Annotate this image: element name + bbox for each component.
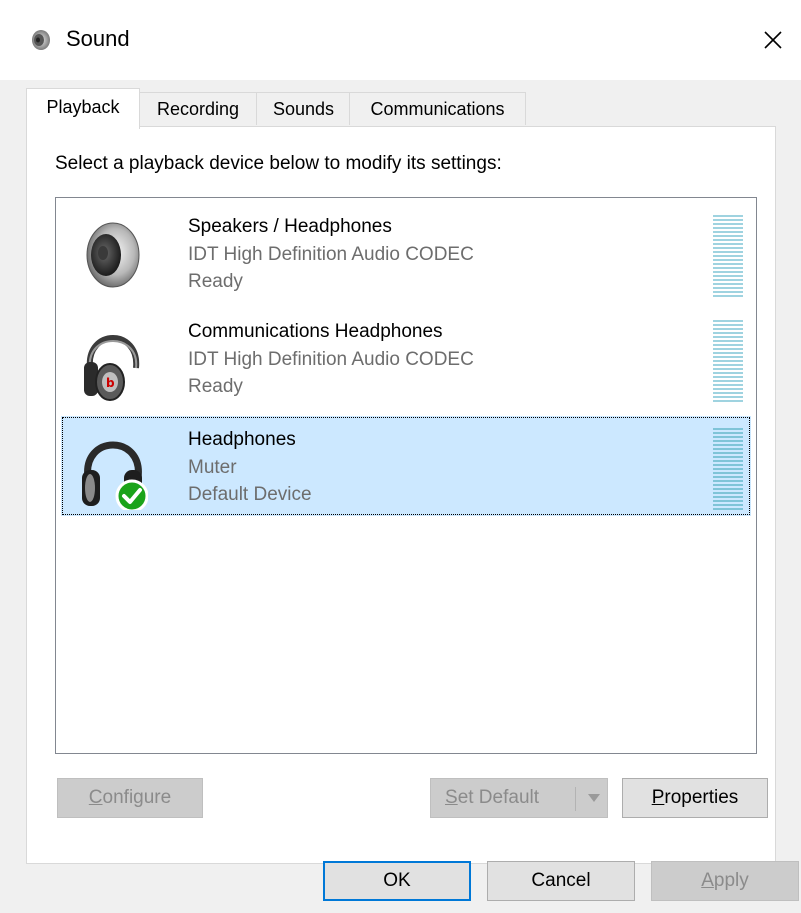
playback-panel: Select a playback device below to modify… [26,126,776,864]
volume-meter [713,320,743,402]
apply-button[interactable]: Apply [651,861,799,901]
headphones-default-icon [78,426,149,513]
device-name: Headphones [188,429,296,450]
properties-mnemonic: P [651,787,665,808]
properties-button[interactable]: Properties [622,778,768,818]
device-name: Communications Headphones [188,321,443,342]
volume-meter [713,428,743,510]
tab-sounds[interactable]: Sounds [256,92,351,125]
close-icon [764,31,782,49]
device-speakers-headphones[interactable]: Speakers / Headphones IDT High Definitio… [61,203,751,303]
set-default-button[interactable]: Set Default [430,778,608,818]
device-description: IDT High Definition Audio CODEC [188,349,474,370]
configure-mnemonic: C [88,787,103,808]
cancel-button[interactable]: Cancel [487,861,635,901]
device-status: Ready [188,271,243,292]
device-communications-headphones[interactable]: b Communications Headphones IDT High Def… [61,308,751,408]
split-divider [575,787,576,811]
configure-button[interactable]: Configure [57,778,203,818]
window-edge [0,80,10,913]
speaker-icon [78,213,148,297]
volume-meter [713,215,743,297]
tab-playback[interactable]: Playback [26,88,140,129]
window-title: Sound [66,26,130,51]
apply-mnemonic: A [701,870,714,891]
title-bar: Sound [0,0,801,80]
device-description: IDT High Definition Audio CODEC [188,244,474,265]
svg-text:b: b [106,376,115,390]
ok-button[interactable]: OK [323,861,471,901]
close-button[interactable] [745,14,801,66]
tab-communications[interactable]: Communications [349,92,526,125]
sound-dialog: Sound Playback Recording Sounds Communic… [0,0,801,913]
device-headphones[interactable]: Headphones Muter Default Device [61,416,751,516]
instructions-text: Select a playback device below to modify… [55,153,502,174]
headphones-icon: b [78,318,148,402]
tab-recording[interactable]: Recording [138,92,258,125]
device-description: Muter [188,457,237,478]
device-status: Ready [188,376,243,397]
set-default-mnemonic: S [445,787,458,808]
chevron-down-icon[interactable] [581,779,607,817]
apply-label: pply [713,870,749,891]
set-default-label: et Default [457,787,540,808]
properties-label: roperties [664,787,739,808]
speaker-icon [30,29,52,51]
device-status: Default Device [188,484,312,505]
configure-label: onfigure [102,787,172,808]
device-name: Speakers / Headphones [188,216,392,237]
playback-device-list[interactable]: Speakers / Headphones IDT High Definitio… [55,197,757,754]
